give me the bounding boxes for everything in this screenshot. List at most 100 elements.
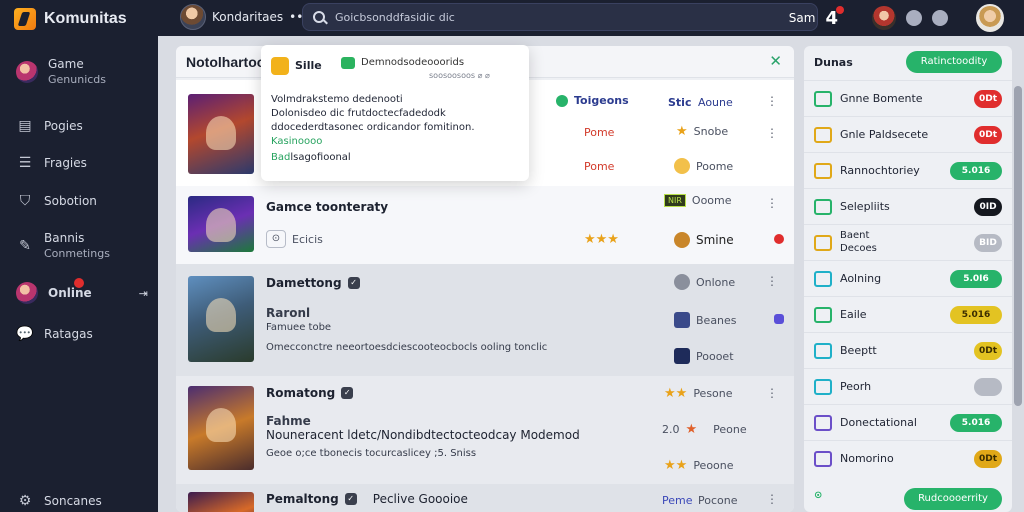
search-bar[interactable]: Goicbsonddfasidic dic <box>302 3 818 31</box>
right-list-item[interactable]: Donectational 5.016 <box>804 404 1012 440</box>
checkbox[interactable] <box>774 314 784 324</box>
settings-icon: ⚙ <box>18 493 32 509</box>
friend-avatar[interactable] <box>872 6 896 30</box>
status-pill: 5.016 <box>950 306 1002 324</box>
right-list-item[interactable]: Aolning 5.0I6 <box>804 260 1012 296</box>
cell-value: Pome <box>584 160 615 173</box>
sidebar-item-online[interactable]: Online ⇥ <box>16 278 148 304</box>
list-item[interactable]: Gamce toonteraty ⊙ Ecicis ★★★ NIR Ooome … <box>176 186 794 264</box>
sidebar-item-game[interactable]: Game Genunicds <box>16 56 106 88</box>
right-footer-button[interactable]: Rudcoooerrity <box>904 488 1002 510</box>
item-icon <box>814 235 832 251</box>
pin-icon[interactable]: ⇥ <box>139 287 148 300</box>
status-icon[interactable] <box>906 10 922 26</box>
right-footer-icon: ⊙ <box>814 490 823 501</box>
status-pill: 5.0I6 <box>950 270 1002 288</box>
top-right-controls: Sam 4 <box>789 4 1004 32</box>
sidebar-item-label: Sobotion <box>44 194 97 208</box>
popover-footer-label[interactable]: Bad <box>271 152 290 163</box>
emoji-cell: Poome <box>674 158 733 174</box>
right-list-item[interactable]: Beeptt 0Dt <box>804 332 1012 368</box>
sidebar-item-label: Ratagas <box>44 327 93 341</box>
row-line: Omecconctre neeortoesdciescooteocbocls o… <box>266 342 548 353</box>
game-thumbnail[interactable] <box>188 94 254 174</box>
right-list-item[interactable]: Selepliits 0ID <box>804 188 1012 224</box>
sidebar-item-ratagas[interactable]: 💬 Ratagas <box>16 325 93 343</box>
popover-footer-text: lsagofioonal <box>290 152 351 163</box>
row-title: Gamce toonteraty <box>266 200 388 214</box>
item-icon <box>814 451 832 467</box>
sidebar-item-sobotion[interactable]: ⛉ Sobotion <box>16 192 97 210</box>
brand[interactable]: Komunitas <box>14 8 127 30</box>
status-pill: 0Dt <box>974 90 1002 108</box>
top-right-label[interactable]: Sam <box>789 11 816 25</box>
status-pill: 0Dt <box>974 342 1002 360</box>
verified-icon: ✓ <box>341 387 354 399</box>
user-avatar <box>180 4 206 30</box>
profile-avatar[interactable] <box>976 4 1004 32</box>
sidebar-item-label: Bannis <box>44 231 85 245</box>
game-thumbnail[interactable] <box>188 492 254 512</box>
sidebar-item-pogies[interactable]: ▤ Pogies <box>16 117 82 135</box>
kebab-icon[interactable]: ⋮ <box>766 94 778 108</box>
right-list-item[interactable]: Baent Decoes BID <box>804 224 1012 260</box>
pen-icon: ✎ <box>19 238 31 254</box>
rating-cell: 2.0 ★ Peone <box>662 422 747 437</box>
right-item-label: Gnle Paldsecete <box>840 128 929 141</box>
search-input[interactable]: Goicbsonddfasidic dic <box>335 11 455 24</box>
right-item-label: Aolning <box>840 272 882 285</box>
sidebar-item-soncanes[interactable]: ⚙ Soncanes <box>16 492 102 510</box>
rating-cell: ★★ Pesone <box>664 386 733 401</box>
game-thumbnail[interactable] <box>188 196 254 252</box>
right-item-label: Baent <box>840 230 870 241</box>
list-item[interactable]: Damettong ✓ Raronl Famuee tobe Omecconct… <box>176 264 794 376</box>
list-item[interactable]: Pemaltong ✓ Peclive Goooioe Peme Pocone … <box>176 484 794 512</box>
thumb-art <box>206 208 236 242</box>
row-title: Damettong ✓ <box>266 276 360 290</box>
status-pill: 0Dt <box>974 126 1002 144</box>
action-cell[interactable]: ⊙ Ecicis <box>266 230 323 248</box>
right-list-item[interactable]: Eaile 5.016 <box>804 296 1012 332</box>
right-item-label: Rannochtoriey <box>840 164 920 177</box>
right-list-item[interactable]: Peorh <box>804 368 1012 404</box>
right-panel-title: Dunas <box>814 56 853 69</box>
list-item[interactable]: Romatong ✓ Fahme Nouneracent ldetc/Nondi… <box>176 376 794 484</box>
notification-dot <box>836 5 844 14</box>
kebab-icon[interactable]: ⋮ <box>766 492 778 506</box>
kebab-icon[interactable]: ⋮ <box>766 126 778 140</box>
play-icon[interactable]: ⊙ <box>266 230 286 248</box>
right-panel-button[interactable]: Ratinctoodity <box>906 51 1002 73</box>
kebab-icon[interactable]: ⋮ <box>766 196 778 210</box>
kebab-icon[interactable]: ⋮ <box>766 386 778 400</box>
cell-value: Beanes <box>696 313 737 327</box>
popover-link[interactable]: Kasinoooo <box>271 135 521 149</box>
item-icon <box>814 163 832 179</box>
right-list-item[interactable]: Gnle Paldsecete 0Dt <box>804 116 1012 152</box>
game-thumbnail[interactable] <box>188 386 254 470</box>
right-list-item[interactable]: Rannochtoriey 5.016 <box>804 152 1012 188</box>
sidebar-item-fragies[interactable]: ☰ Fragies <box>16 154 87 172</box>
status-pill <box>974 378 1002 396</box>
right-header: Dunas Ratinctoodity <box>804 46 1012 80</box>
item-icon <box>814 307 832 323</box>
settings-round-icon[interactable] <box>932 10 948 26</box>
right-list-item[interactable]: Gnne Bomente 0Dt <box>804 80 1012 116</box>
cell-value: Pocone <box>698 494 738 507</box>
right-list-item[interactable]: Nomorino 0Dt <box>804 440 1012 476</box>
avatar-icon <box>674 232 690 248</box>
notification-count[interactable]: 4 <box>825 5 844 29</box>
row-subtitle: Fahme <box>266 414 311 428</box>
game-thumbnail[interactable] <box>188 276 254 362</box>
kebab-icon[interactable]: ⋮ <box>766 274 778 288</box>
star-icon: ★ <box>685 422 698 437</box>
status-label: Toigeons <box>574 94 629 107</box>
globe-icon <box>674 274 690 290</box>
status-cell: Beanes <box>674 312 737 328</box>
action-label[interactable]: Ecicis <box>292 233 323 246</box>
close-icon[interactable]: ✕ <box>769 52 782 70</box>
row-title: Pemaltong ✓ Peclive Goooioe <box>266 492 468 506</box>
user-menu[interactable]: Kondaritaes ••• <box>180 4 310 30</box>
sidebar-item-bannis[interactable]: ✎ Bannis Conmetings <box>16 230 110 262</box>
status-pill: 5.016 <box>950 162 1002 180</box>
scrollbar[interactable] <box>1014 86 1022 406</box>
